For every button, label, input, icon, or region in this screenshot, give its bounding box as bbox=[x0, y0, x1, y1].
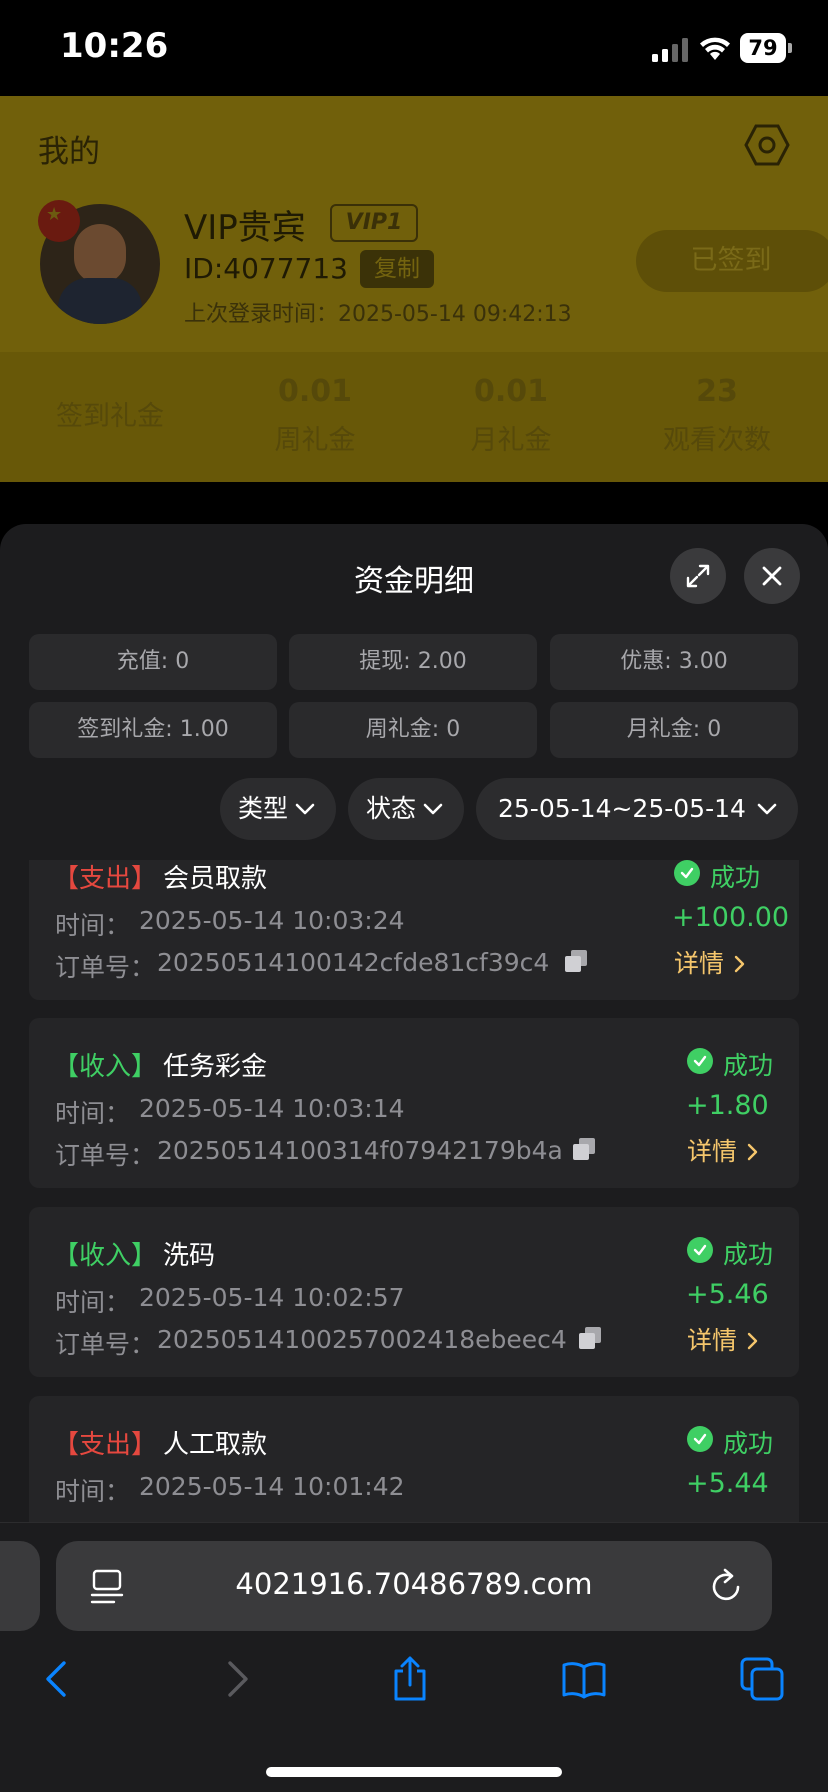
gift-stats: 签到礼金 0.01 周礼金 0.01 月礼金 23 观看次数 bbox=[0, 352, 828, 482]
time-label: 时间： bbox=[55, 1099, 131, 1128]
reload-icon[interactable] bbox=[708, 1567, 744, 1605]
transaction-row[interactable]: 【支出】 会员取款 时间： 2025-05-14 10:03:24 订单号： 2… bbox=[29, 860, 799, 1000]
transaction-time: 2025-05-14 10:01:42 bbox=[139, 1472, 405, 1501]
check-icon bbox=[680, 867, 694, 879]
copy-icon[interactable] bbox=[577, 1325, 603, 1351]
time-label: 时间： bbox=[55, 911, 131, 940]
check-icon bbox=[693, 1055, 707, 1067]
expand-icon bbox=[686, 564, 710, 588]
transaction-amount: +5.44 bbox=[686, 1468, 769, 1499]
status-filter-label: 状态 bbox=[366, 794, 417, 823]
forward-icon[interactable] bbox=[212, 1655, 260, 1703]
summary-bonus: 优惠: 3.00 bbox=[550, 634, 798, 690]
chevron-down-icon bbox=[295, 803, 315, 815]
check-icon bbox=[693, 1244, 707, 1256]
close-icon bbox=[762, 566, 782, 586]
transaction-title: 人工取款 bbox=[163, 1430, 268, 1460]
share-icon[interactable] bbox=[386, 1655, 434, 1703]
copy-icon[interactable] bbox=[571, 1136, 597, 1162]
stat-monthly-gift: 0.01 月礼金 bbox=[470, 374, 552, 456]
transaction-list[interactable]: 【支出】 会员取款 时间： 2025-05-14 10:03:24 订单号： 2… bbox=[29, 860, 799, 1522]
detail-link[interactable]: 详情 bbox=[687, 1321, 761, 1357]
summary-weekly-gift: 周礼金: 0 bbox=[289, 702, 537, 758]
chevron-right-icon bbox=[747, 1332, 758, 1350]
last-login-time: 上次登录时间：2025-05-14 09:42:13 bbox=[184, 302, 572, 327]
status-time: 10:26 bbox=[60, 26, 169, 66]
profile-page-background: 我的 VIP贵宾 VIP1 ID:4077713 复制 上次登录时间：2025-… bbox=[0, 96, 828, 482]
chevron-right-icon bbox=[734, 955, 745, 973]
fund-details-sheet: 资金明细 充值: 0 提现: 2.00 优惠: 3.00 签到礼金: 1.00 … bbox=[0, 524, 828, 1522]
cellular-signal-icon bbox=[652, 38, 688, 62]
expand-button[interactable] bbox=[670, 548, 726, 604]
chevron-right-icon bbox=[747, 1143, 758, 1161]
time-label: 时间： bbox=[55, 1288, 131, 1317]
transaction-tag: 【收入】 bbox=[53, 1241, 158, 1271]
transaction-tag: 【收入】 bbox=[53, 1052, 158, 1082]
close-button[interactable] bbox=[744, 548, 800, 604]
back-icon[interactable] bbox=[34, 1655, 82, 1703]
url-text: 4021916.70486789.com bbox=[235, 1567, 593, 1601]
copy-id-button[interactable]: 复制 bbox=[360, 250, 434, 288]
status-bar: 10:26 79 bbox=[0, 0, 828, 96]
summary-signin-gift: 签到礼金: 1.00 bbox=[29, 702, 277, 758]
vip-badge: VIP1 bbox=[330, 204, 418, 242]
previous-tab-preview[interactable] bbox=[0, 1541, 40, 1631]
order-number: 20250514100314f07942179b4a bbox=[157, 1136, 563, 1165]
transaction-title: 会员取款 bbox=[163, 864, 268, 894]
type-filter-label: 类型 bbox=[238, 794, 289, 823]
detail-link[interactable]: 详情 bbox=[674, 944, 748, 980]
date-range-label: 25-05-14~25-05-14 bbox=[498, 794, 746, 823]
page-title: 我的 bbox=[38, 134, 100, 170]
summary-withdraw: 提现: 2.00 bbox=[289, 634, 537, 690]
bookmarks-icon[interactable] bbox=[560, 1655, 608, 1703]
transaction-time: 2025-05-14 10:03:14 bbox=[139, 1094, 405, 1123]
order-label: 订单号： bbox=[55, 1330, 156, 1359]
browser-toolbar: 4021916.70486789.com bbox=[0, 1522, 828, 1792]
detail-link[interactable]: 详情 bbox=[687, 1132, 761, 1168]
stat-weekly-gift: 0.01 周礼金 bbox=[274, 374, 356, 456]
transaction-time: 2025-05-14 10:03:24 bbox=[139, 906, 405, 935]
profile-header: 我的 VIP贵宾 VIP1 ID:4077713 复制 上次登录时间：2025-… bbox=[0, 96, 828, 352]
transaction-row[interactable]: 【收入】 任务彩金 时间： 2025-05-14 10:03:14 订单号： 2… bbox=[29, 1018, 799, 1188]
transaction-row[interactable]: 【支出】 人工取款 时间： 2025-05-14 10:01:42 成功 +5.… bbox=[29, 1396, 799, 1522]
stat-signin-gift: 签到礼金 bbox=[56, 401, 164, 432]
transaction-title: 洗码 bbox=[163, 1241, 216, 1271]
summary-monthly-gift: 月礼金: 0 bbox=[550, 702, 798, 758]
stat-view-count: 23 观看次数 bbox=[663, 374, 771, 456]
transaction-amount: +5.46 bbox=[686, 1279, 769, 1310]
tabs-icon[interactable] bbox=[738, 1655, 786, 1703]
address-bar[interactable]: 4021916.70486789.com bbox=[56, 1541, 772, 1631]
copy-icon[interactable] bbox=[563, 948, 589, 974]
transaction-amount: +100.00 bbox=[672, 902, 790, 933]
time-label: 时间： bbox=[55, 1477, 131, 1506]
user-name: VIP贵宾 bbox=[184, 208, 306, 248]
home-indicator bbox=[266, 1767, 562, 1777]
summary-deposit: 充值: 0 bbox=[29, 634, 277, 690]
flag-icon bbox=[38, 200, 80, 242]
wifi-icon bbox=[700, 37, 730, 60]
check-icon bbox=[693, 1433, 707, 1445]
transaction-tag: 【支出】 bbox=[53, 864, 158, 894]
signed-in-button[interactable]: 已签到 bbox=[636, 230, 828, 292]
settings-icon[interactable] bbox=[744, 122, 790, 168]
order-number: 20250514100142cfde81cf39c4 bbox=[157, 948, 550, 977]
transaction-title: 任务彩金 bbox=[163, 1052, 268, 1082]
transaction-row[interactable]: 【收入】 洗码 时间： 2025-05-14 10:02:57 订单号： 202… bbox=[29, 1207, 799, 1377]
chevron-down-icon bbox=[423, 803, 443, 815]
user-id: ID:4077713 bbox=[184, 252, 348, 285]
battery-icon: 79 bbox=[740, 33, 792, 63]
status-filter[interactable]: 状态 bbox=[348, 778, 464, 840]
order-number: 20250514100257002418ebeec4 bbox=[157, 1325, 567, 1354]
battery-level: 79 bbox=[740, 33, 786, 63]
transaction-tag: 【支出】 bbox=[53, 1430, 158, 1460]
date-range-filter[interactable]: 25-05-14~25-05-14 bbox=[476, 778, 798, 840]
transaction-amount: +1.80 bbox=[686, 1090, 769, 1121]
chevron-down-icon bbox=[757, 803, 777, 815]
transaction-time: 2025-05-14 10:02:57 bbox=[139, 1283, 405, 1312]
type-filter[interactable]: 类型 bbox=[220, 778, 336, 840]
order-label: 订单号： bbox=[55, 1141, 156, 1170]
order-label: 订单号： bbox=[55, 953, 156, 982]
